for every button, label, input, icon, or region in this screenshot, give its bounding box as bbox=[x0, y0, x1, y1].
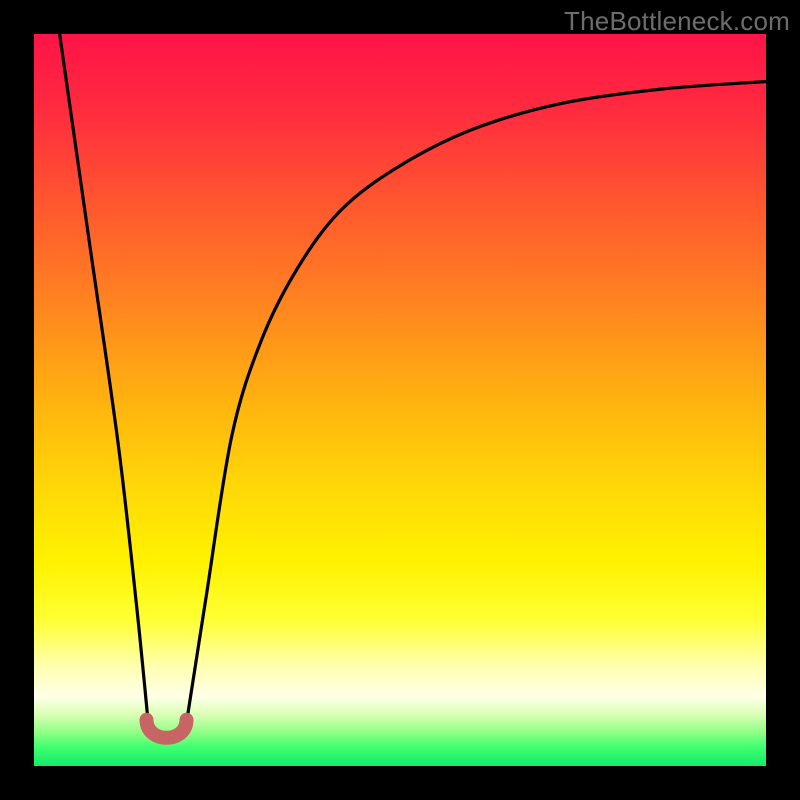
chart-frame: TheBottleneck.com bbox=[0, 0, 800, 800]
plot-area bbox=[34, 34, 766, 766]
gradient-background bbox=[34, 34, 766, 766]
watermark-text: TheBottleneck.com bbox=[564, 6, 790, 37]
chart-svg bbox=[34, 34, 766, 766]
